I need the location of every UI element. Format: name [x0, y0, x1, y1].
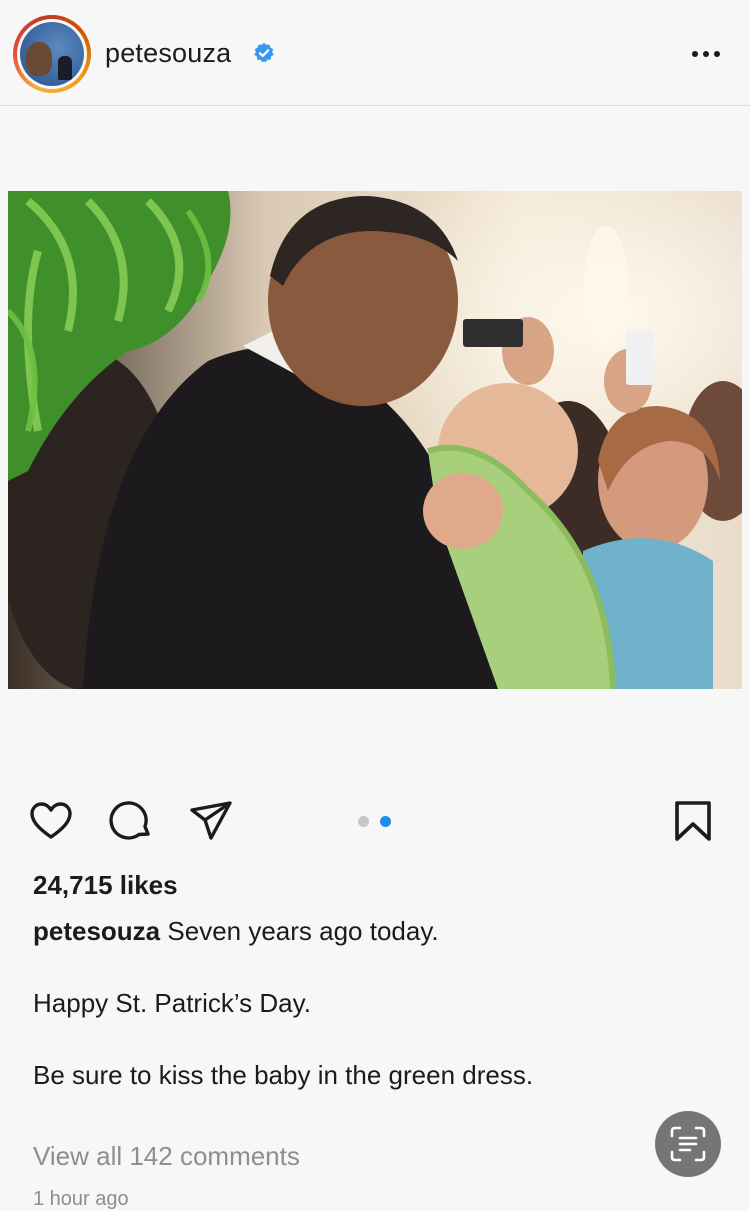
username-link[interactable]: petesouza [105, 38, 231, 69]
avatar[interactable] [17, 19, 87, 89]
post-action-bar [0, 790, 750, 850]
story-ring[interactable] [13, 15, 91, 93]
comment-bubble-icon[interactable] [108, 798, 154, 844]
view-all-comments-link[interactable]: View all 142 comments [33, 1141, 300, 1172]
likes-count[interactable]: 24,715 likes [33, 870, 178, 901]
caption-text-line3: Be sure to kiss the baby in the green dr… [33, 1060, 534, 1090]
caption-username[interactable]: petesouza [33, 916, 160, 946]
avatar-face-shape [26, 42, 52, 76]
bookmark-icon[interactable] [670, 798, 716, 844]
text-scan-icon [670, 1126, 706, 1162]
paper-plane-icon[interactable] [188, 798, 234, 844]
carousel-dot-1 [358, 816, 369, 827]
carousel-dot-2-active [380, 816, 391, 827]
heart-icon[interactable] [28, 798, 74, 844]
post-header: petesouza [0, 0, 750, 106]
post-photo-illustration [8, 191, 742, 689]
caption-text-line1: Seven years ago today. [167, 916, 439, 946]
avatar-image [20, 22, 84, 86]
post-photo[interactable] [8, 191, 742, 689]
text-scan-button[interactable] [655, 1111, 721, 1177]
verified-badge-icon [254, 42, 274, 63]
more-options-icon[interactable] [688, 40, 724, 68]
caption-first-line: petesouza Seven years ago today. [33, 916, 439, 947]
avatar-figure-shape [58, 56, 72, 80]
caption-text-line2: Happy St. Patrick’s Day. [33, 988, 311, 1018]
